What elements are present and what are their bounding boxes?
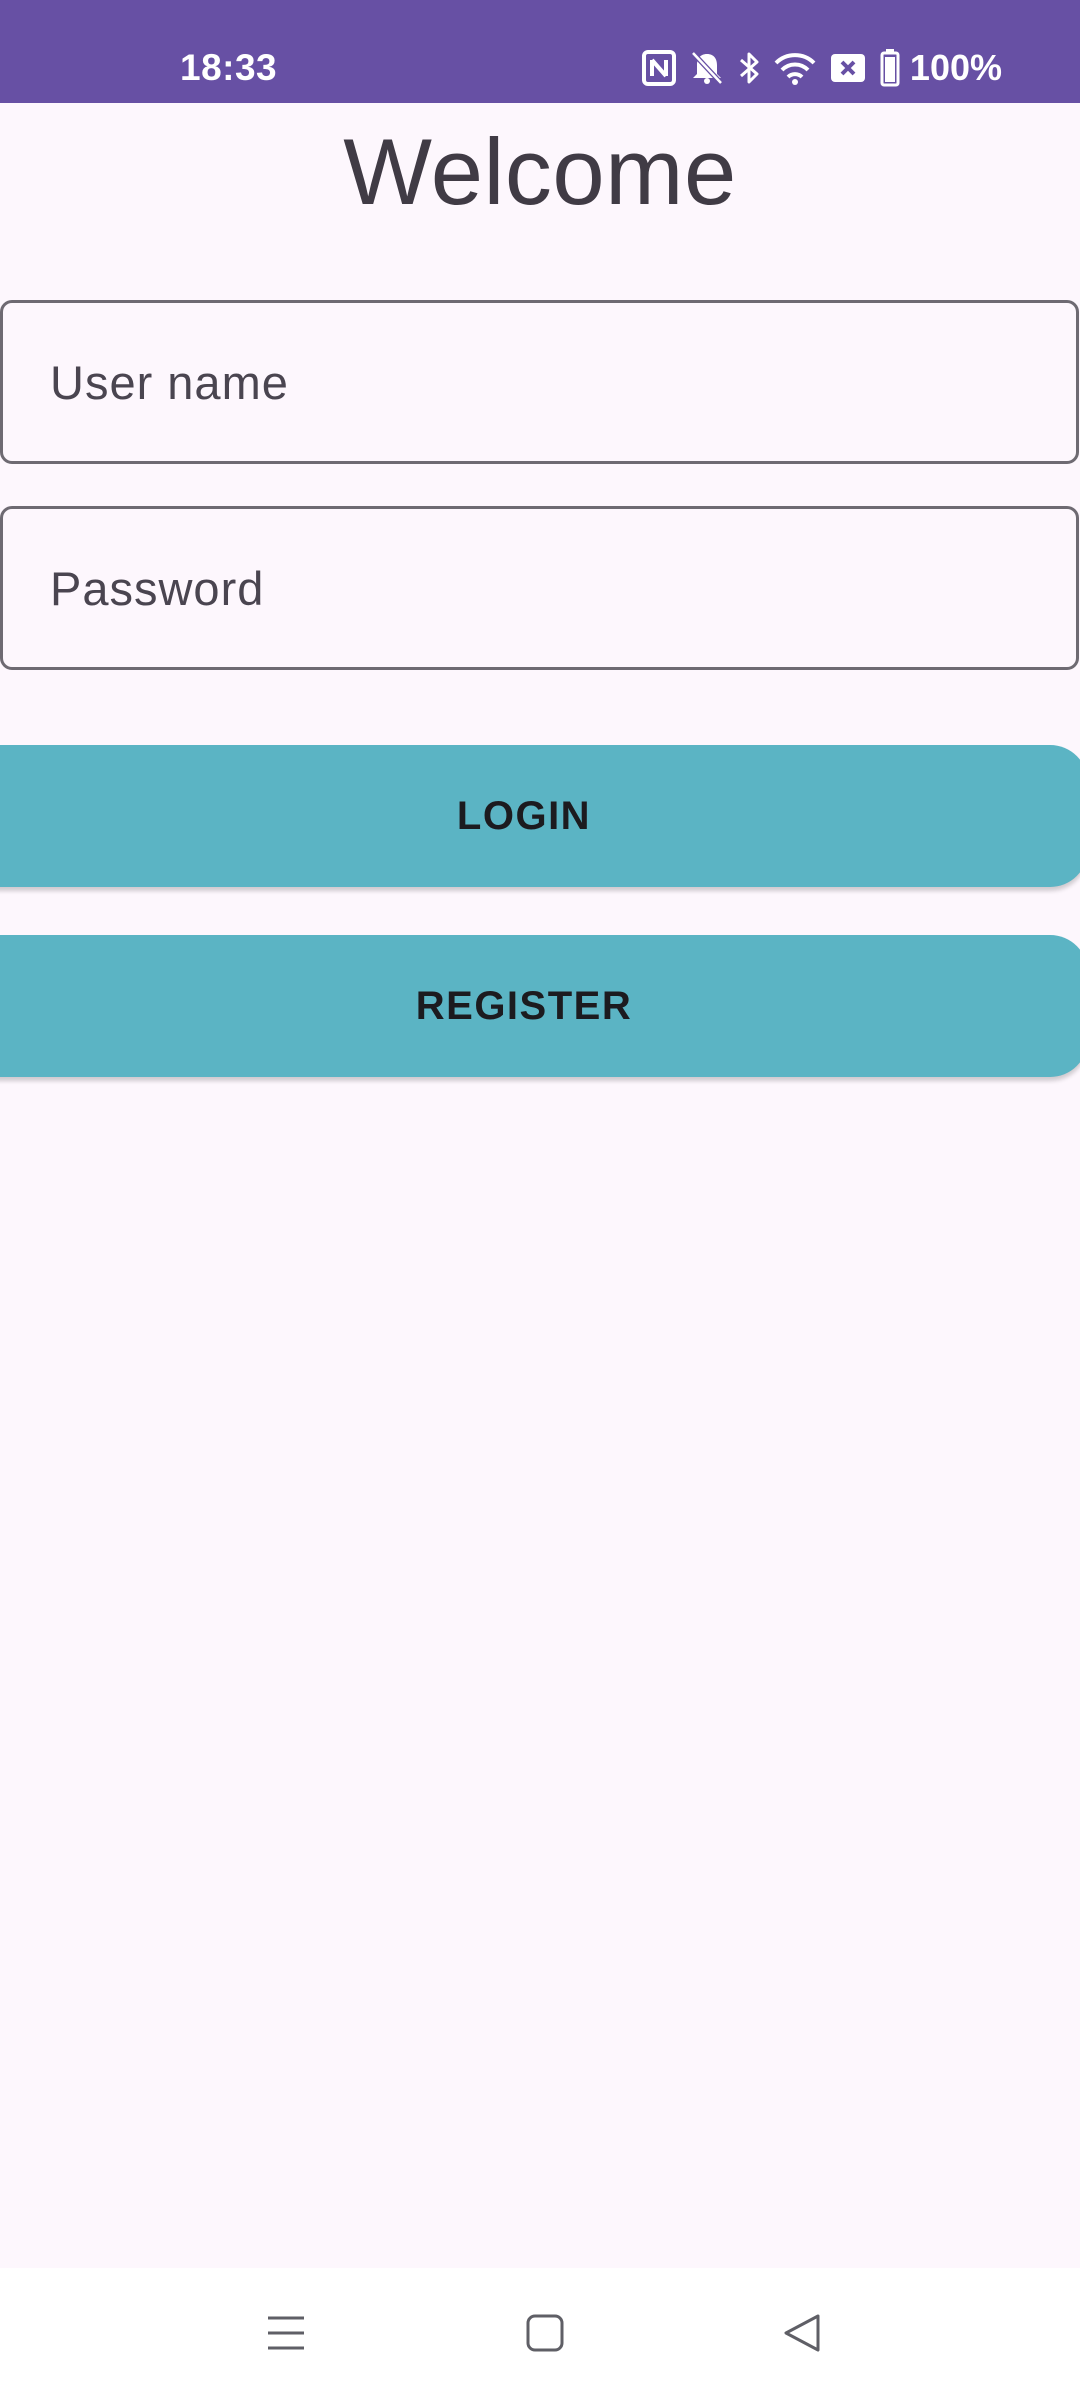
nfc-icon: [641, 50, 676, 86]
recents-icon[interactable]: [266, 2312, 306, 2359]
login-button-label: LOGIN: [456, 793, 592, 838]
battery-percent: 100%: [909, 47, 1002, 88]
notifications-off-icon: [690, 50, 724, 86]
battery-icon: [880, 49, 900, 87]
login-screen: 18:33 100% Welcome User name LOGIN REGIS…: [0, 0, 1080, 2400]
bluetooth-icon: [738, 50, 760, 86]
no-sim-icon: [830, 53, 866, 83]
page-title: Welcome: [343, 119, 737, 224]
login-button[interactable]: LOGIN: [0, 745, 1080, 887]
username-input[interactable]: [3, 303, 1076, 461]
home-icon[interactable]: [525, 2312, 565, 2359]
status-bar: 18:33 100%: [0, 0, 1080, 103]
password-input[interactable]: [3, 509, 1076, 667]
username-field-container: [0, 300, 1079, 464]
status-icons: 100%: [641, 46, 1002, 90]
wifi-icon: [774, 51, 816, 85]
password-field-container: [0, 506, 1079, 670]
register-button[interactable]: REGISTER: [0, 935, 1080, 1077]
back-icon[interactable]: [782, 2312, 822, 2359]
system-nav-bar: [0, 2268, 1080, 2400]
register-button-label: REGISTER: [415, 983, 633, 1028]
status-time: 18:33: [180, 47, 278, 88]
